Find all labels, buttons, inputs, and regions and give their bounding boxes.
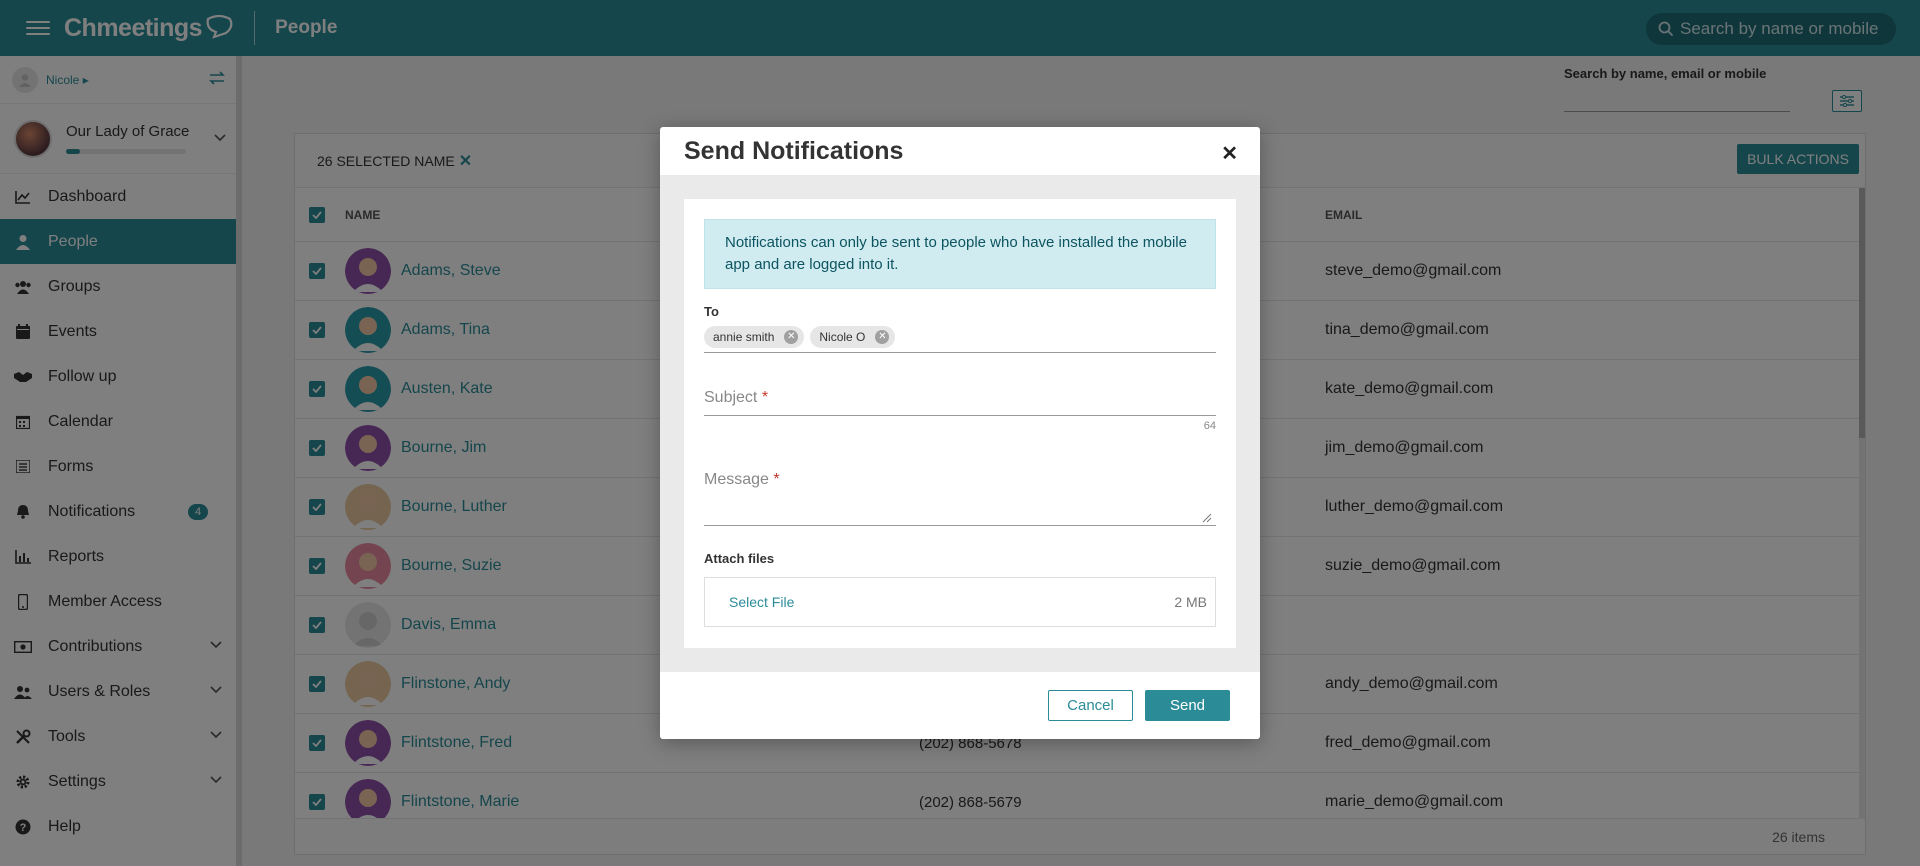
subject-char-counter: 64 (1203, 420, 1216, 432)
cancel-button[interactable]: Cancel (1048, 690, 1133, 721)
recipient-chip: Nicole O ✕ (810, 325, 896, 348)
max-file-size: 2 MB (1174, 594, 1207, 610)
message-label: Message * (704, 471, 780, 488)
modal-body: Notifications can only be sent to people… (660, 175, 1260, 672)
subject-label: Subject * (704, 389, 769, 406)
recipient-chip: annie smith ✕ (704, 325, 805, 348)
send-button[interactable]: Send (1145, 690, 1230, 721)
remove-recipient-icon[interactable]: ✕ (784, 329, 799, 344)
attach-files-dropzone[interactable]: Select File 2 MB (704, 577, 1216, 627)
close-icon[interactable]: ✕ (1221, 141, 1238, 166)
modal-header: Send Notifications ✕ (660, 127, 1260, 175)
modal-footer: Cancel Send (660, 672, 1260, 739)
message-textarea[interactable] (704, 525, 1216, 526)
info-alert: Notifications can only be sent to people… (704, 219, 1216, 289)
recipient-name: annie smith (713, 329, 775, 344)
subject-input[interactable] (704, 415, 1216, 416)
recipients-input[interactable]: annie smith ✕ Nicole O ✕ (704, 321, 1216, 353)
send-notifications-modal: Send Notifications ✕ Notifications can o… (660, 127, 1260, 739)
select-file-link[interactable]: Select File (729, 594, 794, 610)
recipient-name: Nicole O (819, 329, 866, 344)
attach-files-label: Attach files (704, 551, 775, 566)
notification-form: Notifications can only be sent to people… (684, 199, 1236, 648)
remove-recipient-icon[interactable]: ✕ (875, 329, 890, 344)
resize-handle-icon[interactable] (1202, 513, 1212, 523)
modal-title: Send Notifications (684, 136, 904, 165)
to-label: To (704, 304, 719, 319)
